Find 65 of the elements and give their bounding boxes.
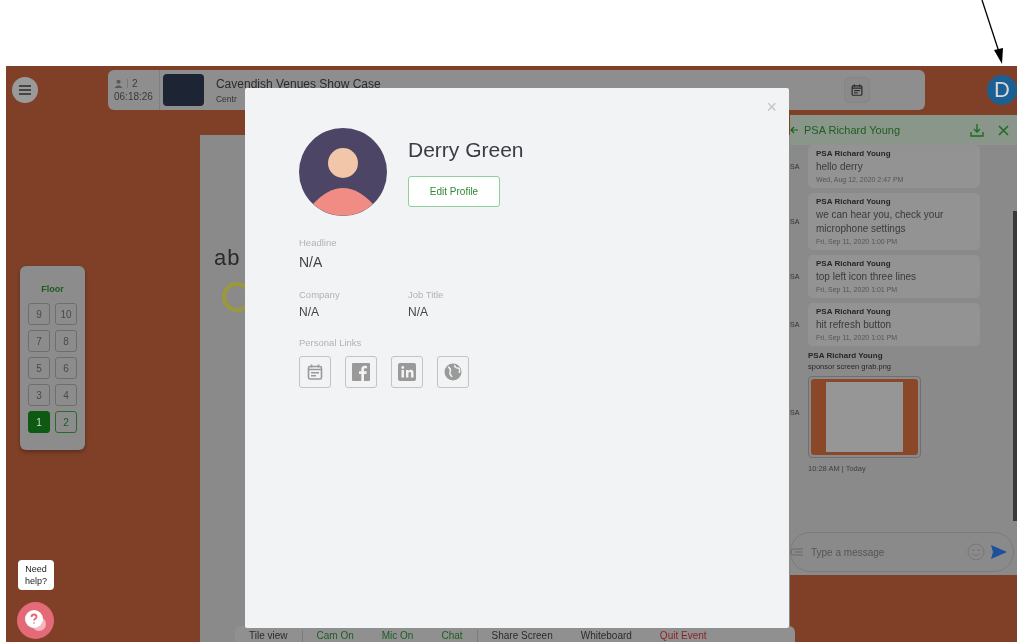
menu-button[interactable] bbox=[12, 77, 38, 103]
message-text: hit refresh button bbox=[816, 318, 893, 332]
floor-button[interactable]: 1 bbox=[28, 411, 50, 433]
website-link-button[interactable] bbox=[437, 356, 469, 388]
message-sender: PSA Richard Young bbox=[816, 307, 892, 316]
help-tooltip: Need help? bbox=[18, 560, 54, 590]
message-text: top left icon three lines bbox=[816, 270, 918, 284]
help-chat-icon bbox=[23, 608, 48, 633]
person-icon bbox=[114, 79, 123, 88]
avatar-icon bbox=[299, 128, 387, 216]
toolbar-item[interactable]: Mic On bbox=[367, 630, 428, 642]
profile-name: Derry Green bbox=[408, 138, 524, 162]
session-timer: 06:18:26 bbox=[114, 91, 153, 102]
toolbar-item[interactable]: Tile view bbox=[235, 630, 303, 642]
field-label: Personal Links bbox=[299, 337, 363, 348]
calendar-button[interactable] bbox=[844, 77, 870, 103]
back-arrow-icon bbox=[790, 125, 798, 135]
message-text: we can hear you, check your microphone settings bbox=[816, 208, 945, 236]
facebook-icon bbox=[352, 363, 370, 381]
calendar-link-button[interactable] bbox=[299, 356, 331, 388]
participant-count: 2 bbox=[132, 78, 138, 89]
toolbar-item[interactable]: Quit Event bbox=[645, 630, 721, 642]
calendar-icon bbox=[851, 84, 863, 96]
linkedin-link-button[interactable] bbox=[391, 356, 423, 388]
linkedin-icon bbox=[398, 363, 416, 381]
download-button[interactable] bbox=[970, 123, 984, 137]
toolbar-item[interactable]: Share Screen bbox=[477, 630, 567, 642]
screenshot-thumbnail[interactable] bbox=[808, 376, 921, 458]
close-chat-button[interactable] bbox=[998, 124, 1009, 136]
annotation-arrow bbox=[978, 0, 1006, 64]
message-text: hello derry bbox=[816, 160, 864, 174]
event-title: Cavendish Venues Show Case bbox=[215, 76, 382, 91]
message-sender: PSA Richard Young bbox=[816, 197, 892, 206]
floor-title: Floor bbox=[41, 284, 64, 294]
attach-icon bbox=[791, 548, 803, 556]
calendar-icon bbox=[307, 364, 323, 380]
field-value: N/A bbox=[408, 305, 429, 319]
chat-title: PSA Richard Young bbox=[804, 124, 902, 136]
toolbar-item[interactable]: Chat bbox=[427, 630, 478, 642]
field-value: N/A bbox=[299, 305, 320, 319]
field-value: N/A bbox=[299, 254, 324, 270]
menu-icon bbox=[19, 85, 31, 95]
message-sender: PSA Richard Young bbox=[816, 149, 892, 158]
message-sender: PSA Richard Young bbox=[816, 259, 892, 268]
globe-icon bbox=[444, 363, 462, 381]
field-label: Headline bbox=[299, 237, 338, 248]
floor-button[interactable]: 2 bbox=[55, 411, 77, 433]
field-label: Company bbox=[299, 289, 341, 300]
scrollbar[interactable] bbox=[1013, 211, 1017, 521]
event-subtitle: Centr bbox=[215, 93, 238, 104]
toolbar-item[interactable]: Whiteboard bbox=[566, 630, 646, 642]
message-sender: PSA Richard Young bbox=[808, 351, 884, 360]
back-button[interactable] bbox=[790, 125, 798, 135]
user-avatar[interactable]: D bbox=[987, 75, 1017, 105]
stage-logo-text: ab bbox=[214, 245, 241, 271]
download-icon bbox=[970, 123, 984, 137]
close-button[interactable]: × bbox=[766, 98, 777, 116]
field-label: Job Title bbox=[408, 289, 445, 300]
toolbar-item[interactable]: Cam On bbox=[302, 630, 368, 642]
send-icon[interactable] bbox=[991, 545, 1007, 559]
photo-placeholder bbox=[162, 74, 204, 106]
edit-profile-button[interactable]: Edit Profile bbox=[408, 176, 500, 207]
facebook-link-button[interactable] bbox=[345, 356, 377, 388]
close-icon bbox=[998, 124, 1009, 136]
help-button[interactable] bbox=[17, 602, 54, 639]
